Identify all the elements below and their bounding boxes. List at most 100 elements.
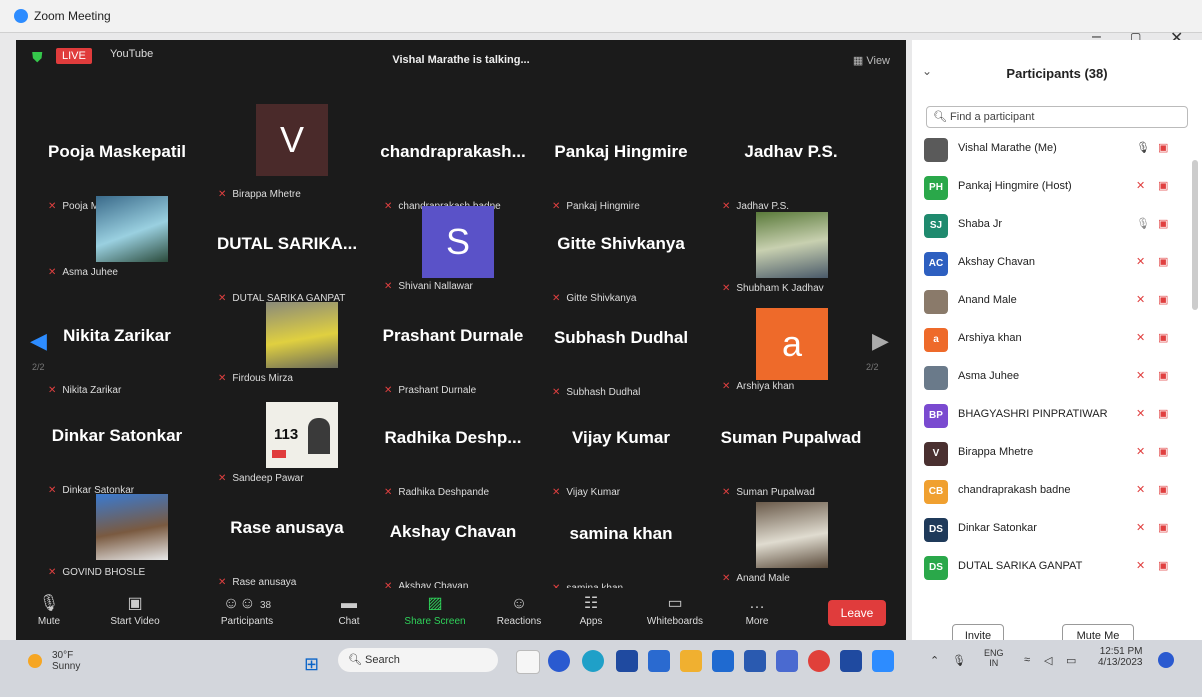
participant-row[interactable]: AC Akshay Chavan ✕ ▣ (912, 244, 1192, 282)
taskbar-app-icon[interactable] (516, 650, 540, 674)
wifi-icon[interactable]: ≈ (1024, 654, 1030, 666)
video-tile[interactable]: ✕ GOVIND BHOSLE (34, 490, 200, 584)
participant-label: ✕ Rase anusaya (218, 577, 297, 588)
video-tile[interactable]: Rase anusaya ✕ Rase anusaya (204, 500, 370, 594)
participant-row[interactable]: BP BHAGYASHRI PINPRATIWAR ✕ ▣ (912, 396, 1192, 434)
tray-microphone-icon[interactable]: 🎙︎ (952, 654, 966, 667)
language-indicator[interactable]: ENG IN (984, 648, 1004, 668)
participants-button[interactable]: ☺☺ 38 Participants (202, 588, 292, 627)
participant-row[interactable]: CB chandraprakash badne ✕ ▣ (912, 472, 1192, 510)
share-screen-button[interactable]: ▨ Share Screen (390, 588, 480, 627)
video-off-icon[interactable]: ▣ (1158, 369, 1168, 382)
edge-browser-icon[interactable] (582, 650, 604, 672)
weather-sun-icon[interactable] (28, 654, 42, 668)
previous-page-arrow-icon[interactable]: ◀ (30, 328, 47, 354)
video-off-icon[interactable]: ▣ (1158, 559, 1168, 572)
meet-app-icon[interactable] (548, 650, 570, 672)
participant-row[interactable]: PH Pankaj Hingmire (Host) ✕ ▣ (912, 168, 1192, 206)
taskbar-app-icon[interactable] (776, 650, 798, 672)
mail-icon[interactable] (648, 650, 670, 672)
video-tile[interactable]: Prashant Durnale ✕ Prashant Durnale (370, 308, 536, 402)
mute-button[interactable]: 🎙︎ Mute (4, 588, 94, 627)
chat-button[interactable]: ▬ Chat (304, 588, 394, 627)
video-off-icon[interactable]: ▣ (1158, 521, 1168, 534)
video-tile[interactable]: Nikita Zarikar ✕ Nikita Zarikar (34, 308, 200, 402)
mic-muted-icon[interactable]: ✕ (1136, 255, 1145, 268)
mic-muted-icon[interactable]: ✕ (1136, 293, 1145, 306)
participant-row[interactable]: Asma Juhee ✕ ▣ (912, 358, 1192, 396)
video-tile[interactable]: Akshay Chavan ✕ Akshay Chavan (370, 504, 536, 598)
video-tile[interactable]: V ✕ Birappa Mhetre (204, 104, 370, 200)
mic-muted-icon[interactable]: ✕ (1136, 521, 1145, 534)
zoom-app-icon[interactable] (872, 650, 894, 672)
video-off-icon[interactable]: ▣ (1158, 483, 1168, 496)
video-tile[interactable]: Radhika Deshp... ✕ Radhika Deshpande (370, 410, 536, 504)
participant-row[interactable]: Vishal Marathe (Me) 🎙︎ ▣ (912, 130, 1192, 168)
start-video-button[interactable]: ▣ Start Video (90, 588, 180, 627)
notification-icon[interactable] (1158, 652, 1174, 668)
video-off-icon[interactable]: ▣ (1158, 293, 1168, 306)
participant-row[interactable]: DS Dinkar Satonkar ✕ ▣ (912, 510, 1192, 548)
video-tile[interactable]: 113 ✕ Sandeep Pawar (204, 396, 370, 490)
video-off-icon[interactable]: ▣ (1158, 407, 1168, 420)
mic-muted-icon[interactable]: ✕ (1136, 559, 1145, 572)
video-off-icon[interactable]: ▣ (1158, 331, 1168, 344)
video-tile[interactable]: Gitte Shivkanya ✕ Gitte Shivkanya (538, 216, 704, 310)
leave-button[interactable]: Leave (828, 600, 886, 626)
participant-row[interactable]: V Birappa Mhetre ✕ ▣ (912, 434, 1192, 472)
mic-muted-icon[interactable]: ✕ (1136, 407, 1145, 420)
video-tile[interactable]: ✕ Shubham K Jadhav (708, 206, 874, 300)
mic-muted-icon[interactable]: ✕ (1136, 369, 1145, 382)
participant-row[interactable]: Anand Male ✕ ▣ (912, 282, 1192, 320)
video-tile[interactable]: Subhash Dudhal ✕ Subhash Dudhal (538, 310, 704, 404)
participant-label: ✕ Asma Juhee (48, 267, 118, 278)
video-tile[interactable]: Suman Pupalwad ✕ Suman Pupalwad (708, 410, 874, 504)
participant-row[interactable]: SJ Shaba Jr 🎙︎ ▣ (912, 206, 1192, 244)
more-button[interactable]: … More (712, 588, 802, 627)
whiteboards-button[interactable]: ▭ Whiteboards (630, 588, 720, 627)
next-page-arrow-icon[interactable]: ▶ (872, 328, 889, 354)
video-off-icon[interactable]: ▣ (1158, 445, 1168, 458)
tray-overflow-icon[interactable]: ⌃ (930, 654, 939, 667)
mic-muted-icon[interactable]: ✕ (1136, 483, 1145, 496)
taskbar-app-icon[interactable] (840, 650, 862, 672)
apps-button[interactable]: ☷ Apps (546, 588, 636, 627)
video-tile[interactable]: ✕ Firdous Mirza (204, 296, 370, 390)
video-off-icon[interactable]: ▣ (1158, 255, 1168, 268)
participant-avatar: V (256, 104, 328, 176)
mic-muted-icon[interactable]: ✕ (1136, 445, 1145, 458)
mic-muted-icon[interactable]: ✕ (1136, 179, 1145, 192)
video-tile[interactable]: a ✕ Arshiya khan (708, 304, 874, 398)
video-off-icon[interactable]: ▣ (1158, 141, 1168, 154)
video-tile[interactable]: ✕ Anand Male (708, 496, 874, 590)
mic-icon[interactable]: 🎙︎ (1136, 217, 1150, 230)
store-icon[interactable] (616, 650, 638, 672)
chrome-icon[interactable] (808, 650, 830, 672)
weather-widget[interactable]: 30°F Sunny (52, 650, 80, 672)
taskbar-search-input[interactable]: 🔍︎ Search (338, 648, 498, 672)
mic-muted-icon[interactable]: ✕ (1136, 331, 1145, 344)
participant-name: Anand Male (958, 294, 1017, 306)
participant-search-input[interactable]: 🔍︎ Find a participant (926, 106, 1188, 128)
video-off-icon[interactable]: ▣ (1158, 217, 1168, 230)
panel-scrollbar[interactable] (1192, 160, 1198, 310)
participant-row[interactable]: a Arshiya khan ✕ ▣ (912, 320, 1192, 358)
video-off-icon[interactable]: ▣ (1158, 179, 1168, 192)
windows-start-icon[interactable]: ⊞ (304, 654, 319, 675)
volume-icon[interactable]: ◁ (1044, 654, 1052, 667)
clock[interactable]: 12:51 PM 4/13/2023 (1098, 646, 1143, 668)
app-l-icon[interactable] (712, 650, 734, 672)
video-tile[interactable]: Vijay Kumar ✕ Vijay Kumar (538, 410, 704, 504)
video-tile[interactable]: samina khan ✕samina khan (538, 506, 704, 600)
video-tile[interactable]: Jadhav P.S. ✕ Jadhav P.S. (708, 124, 874, 218)
file-explorer-icon[interactable] (680, 650, 702, 672)
video-tile[interactable]: S ✕ Shivani Nallawar (370, 204, 536, 298)
battery-icon[interactable]: ▭ (1066, 654, 1076, 667)
view-button[interactable]: ▦ View (853, 54, 890, 67)
video-tile[interactable]: Pankaj Hingmire ✕ Pankaj Hingmire (538, 124, 704, 218)
participant-row[interactable]: DS DUTAL SARIKA GANPAT ✕ ▣ (912, 548, 1192, 586)
video-tile[interactable]: ✕ Asma Juhee (34, 190, 200, 284)
mic-icon[interactable]: 🎙︎ (1136, 141, 1150, 154)
word-icon[interactable] (744, 650, 766, 672)
video-tile[interactable]: Dinkar Satonkar ✕ Dinkar Satonkar (34, 408, 200, 502)
